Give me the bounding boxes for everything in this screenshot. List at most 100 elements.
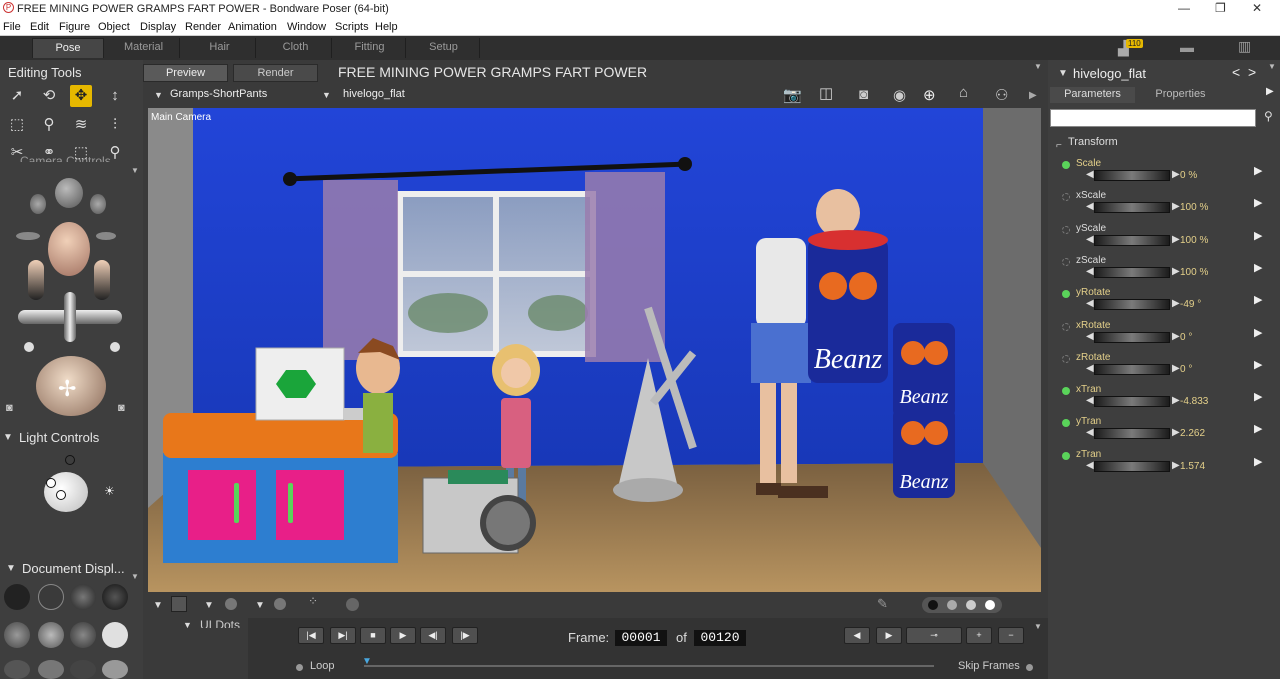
menu-scripts[interactable]: Scripts xyxy=(335,21,369,33)
dial-increase-icon[interactable]: ▶ xyxy=(1172,331,1180,342)
bg-white-swatch[interactable] xyxy=(985,600,995,610)
parameter-value[interactable]: 0 % xyxy=(1180,170,1197,181)
camera-lock-left-icon[interactable]: ◙ xyxy=(6,402,13,414)
tab-render[interactable]: Render xyxy=(233,64,318,82)
style-arrow-icon[interactable]: ▼ xyxy=(255,600,265,611)
edit-keyframes-button[interactable]: ⊸ xyxy=(906,627,962,644)
parameter-value[interactable]: 100 % xyxy=(1180,267,1208,278)
minimize-button[interactable]: — xyxy=(1178,1,1190,15)
keyframe-dot-icon[interactable] xyxy=(1062,257,1070,266)
parameter-row-zrotate[interactable]: zRotate ◀ ▶ 0 ° ▶ xyxy=(1048,352,1280,384)
translate-tool-icon[interactable]: ✥ xyxy=(70,85,92,107)
play-button[interactable]: ▶ xyxy=(390,627,416,644)
dial-decrease-icon[interactable]: ◀ xyxy=(1086,363,1094,374)
camera-dot-left-icon[interactable] xyxy=(24,342,34,352)
dial-decrease-icon[interactable]: ◀ xyxy=(1086,169,1094,180)
parameter-row-yrotate[interactable]: yRotate ◀ ▶ -49 ° ▶ xyxy=(1048,287,1280,319)
parameter-menu-icon[interactable]: ▶ xyxy=(1254,358,1262,371)
parameter-row-xtran[interactable]: xTran ◀ ▶ -4.833 ▶ xyxy=(1048,384,1280,416)
parameter-menu-icon[interactable]: ▶ xyxy=(1254,229,1262,242)
tab-setup[interactable]: Setup xyxy=(408,38,480,58)
display-silhouette-icon[interactable] xyxy=(4,584,30,610)
dial-increase-icon[interactable]: ▶ xyxy=(1172,201,1180,212)
parameter-row-ztran[interactable]: zTran ◀ ▶ 1.574 ▶ xyxy=(1048,449,1280,481)
3d-viewport[interactable]: Beanz Beanz Beanz Main Camera xyxy=(148,108,1041,592)
light-handle-1[interactable] xyxy=(65,455,75,465)
display-lit-wire-icon[interactable] xyxy=(4,622,30,648)
dial-decrease-icon[interactable]: ◀ xyxy=(1086,266,1094,277)
keyframe-dot-icon[interactable] xyxy=(1062,225,1070,234)
parameter-value[interactable]: -4.833 xyxy=(1180,396,1208,407)
camera-lock-right-icon[interactable]: ◙ xyxy=(118,402,125,414)
tab-cloth[interactable]: Cloth xyxy=(260,38,332,58)
taper-tool-icon[interactable]: ≋ xyxy=(70,114,92,136)
head-camera-icon[interactable] xyxy=(48,222,90,276)
panel-menu-arrow-icon[interactable]: ▼ xyxy=(131,166,139,175)
stop-button[interactable]: ■ xyxy=(360,627,386,644)
camera-icon-3[interactable]: ◙ xyxy=(859,86,868,103)
paintbrush-icon[interactable]: ✎ xyxy=(877,596,888,612)
menu-object[interactable]: Object xyxy=(98,21,130,33)
tab-pose[interactable]: Pose xyxy=(32,38,104,58)
panel-menu-arrow-icon-2[interactable]: ▼ xyxy=(131,572,139,581)
left-arm-camera-icon[interactable] xyxy=(28,260,44,300)
chat-icon[interactable]: ▬ xyxy=(1180,39,1194,55)
display-wireframe-icon[interactable] xyxy=(70,584,96,610)
dial-increase-icon[interactable]: ▶ xyxy=(1172,460,1180,471)
parameter-value[interactable]: 100 % xyxy=(1180,235,1208,246)
twist-tool-icon[interactable]: ⚲ xyxy=(38,114,60,136)
parameter-dial[interactable] xyxy=(1094,331,1170,343)
dial-increase-icon[interactable]: ▶ xyxy=(1172,427,1180,438)
style-ball-icon[interactable] xyxy=(274,598,286,610)
shading-arrow-icon[interactable]: ▼ xyxy=(204,600,214,611)
parameter-row-ytran[interactable]: yTran ◀ ▶ 2.262 ▶ xyxy=(1048,416,1280,448)
display-outline-icon[interactable] xyxy=(38,584,64,610)
parameter-row-zscale[interactable]: zScale ◀ ▶ 100 % ▶ xyxy=(1048,255,1280,287)
group-camera-icon[interactable]: ⌂ xyxy=(959,84,968,101)
parameter-row-scale[interactable]: Scale ◀ ▶ 0 % ▶ xyxy=(1048,158,1280,190)
render-preview-icon[interactable]: ◉ xyxy=(893,86,906,104)
tabs-more-arrow-icon[interactable]: ▶ xyxy=(1266,86,1274,97)
light-handle-2[interactable] xyxy=(46,478,56,488)
viewport-layout-icon[interactable] xyxy=(171,596,187,612)
keyframe-dot-icon[interactable] xyxy=(1062,387,1070,396)
actor-name[interactable]: hivelogo_flat xyxy=(1073,66,1146,81)
dial-increase-icon[interactable]: ▶ xyxy=(1172,395,1180,406)
skip-frames-radio[interactable] xyxy=(1026,664,1033,671)
parameter-menu-icon[interactable]: ▶ xyxy=(1254,293,1262,306)
menu-file[interactable]: File xyxy=(3,21,21,33)
keyframe-dot-icon[interactable] xyxy=(1062,193,1070,202)
dial-decrease-icon[interactable]: ◀ xyxy=(1086,298,1094,309)
timeline-playhead[interactable]: ▼ xyxy=(362,656,372,667)
menu-animation[interactable]: Animation xyxy=(228,21,277,33)
light-controls-collapse-icon[interactable]: ▼ xyxy=(3,432,13,443)
parameter-menu-icon[interactable]: ▶ xyxy=(1254,326,1262,339)
last-frame-button[interactable]: ▶| xyxy=(330,627,356,644)
panel-menu-arrow-icon-right[interactable]: ▼ xyxy=(1268,62,1276,71)
keyframe-dot-icon[interactable] xyxy=(1062,161,1070,169)
dial-increase-icon[interactable]: ▶ xyxy=(1172,363,1180,374)
dial-decrease-icon[interactable]: ◀ xyxy=(1086,234,1094,245)
parameter-dial[interactable] xyxy=(1094,234,1170,246)
timeline-scrubber[interactable] xyxy=(364,665,934,667)
document-display-collapse-icon[interactable]: ▼ xyxy=(6,563,16,574)
next-keyframe-button[interactable]: ▶ xyxy=(876,627,902,644)
left-hand-camera-icon[interactable] xyxy=(30,194,46,214)
keyframe-dot-icon[interactable] xyxy=(1062,451,1070,460)
move-y-camera-icon[interactable] xyxy=(64,292,76,342)
translate-in-out-tool-icon[interactable]: ↕ xyxy=(104,85,126,107)
scale-tool-icon[interactable]: ⬚ xyxy=(6,114,28,136)
keyframe-dot-icon[interactable] xyxy=(1062,322,1070,331)
first-frame-button[interactable]: |◀ xyxy=(298,627,324,644)
delete-keyframe-button[interactable]: − xyxy=(998,627,1024,644)
parameter-menu-icon[interactable]: ▶ xyxy=(1254,422,1262,435)
loop-radio[interactable] xyxy=(296,664,303,671)
maximize-button[interactable]: ❐ xyxy=(1215,1,1226,15)
select-tool-icon[interactable]: ➚ xyxy=(6,85,28,107)
tab-parameters[interactable]: Parameters xyxy=(1050,87,1135,103)
tab-properties[interactable]: Properties xyxy=(1138,87,1223,103)
next-actor-icon[interactable]: > xyxy=(1248,64,1256,80)
display-smooth-lined-icon[interactable] xyxy=(70,660,96,679)
figure-camera-icon[interactable]: ⚇ xyxy=(995,86,1008,104)
previous-actor-icon[interactable]: < xyxy=(1232,64,1240,80)
